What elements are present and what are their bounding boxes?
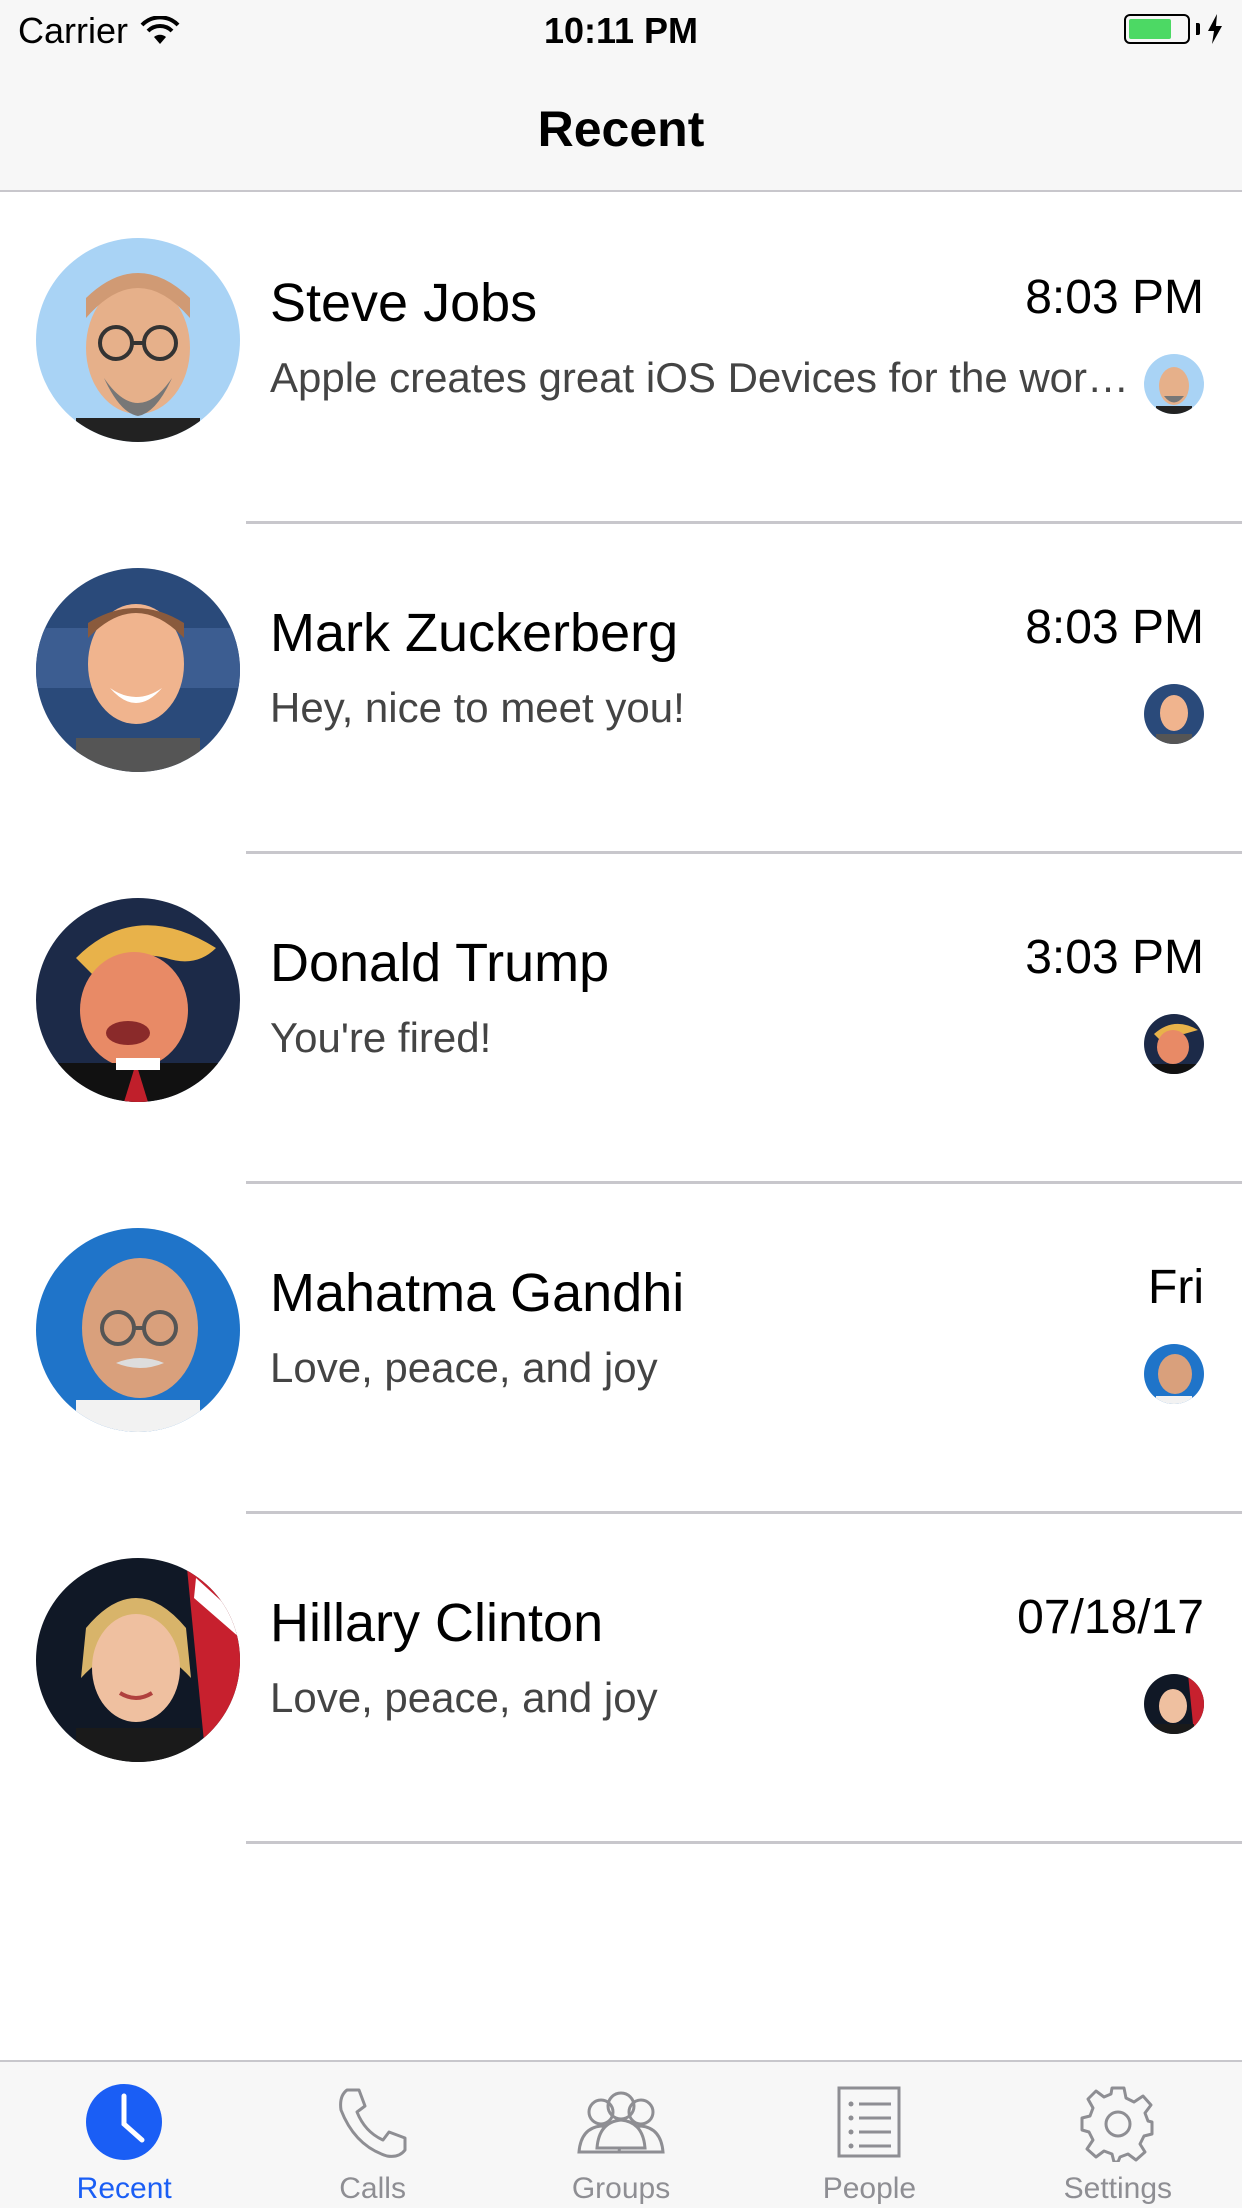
hillary-clinton-avatar — [36, 1558, 240, 1762]
read-receipt-avatar — [1144, 354, 1204, 414]
contact-name: Hillary Clinton — [270, 1593, 604, 1653]
conversation-row[interactable]: Donald Trump 3:03 PM You're fired! — [0, 854, 1242, 1184]
page-title: Recent — [537, 101, 705, 157]
read-receipt-avatar — [1144, 1014, 1204, 1074]
battery-nub — [1196, 23, 1200, 35]
tab-groups[interactable]: Groups — [497, 2062, 745, 2208]
tab-calls[interactable]: Calls — [248, 2062, 496, 2208]
conversation-row[interactable]: Mark Zuckerberg 8:03 PM Hey, nice to mee… — [0, 524, 1242, 854]
charging-bolt-icon — [1208, 14, 1222, 44]
message-time: 8:03 PM — [1025, 271, 1204, 324]
tab-label: People — [822, 2172, 917, 2205]
row-separator — [246, 1841, 1242, 1844]
message-preview: You're fired! — [270, 1014, 492, 1061]
read-receipt-avatar — [1144, 1674, 1204, 1734]
tab-label: Groups — [571, 2172, 671, 2205]
conversation-row[interactable]: Hillary Clinton 07/18/17 Love, peace, an… — [0, 1514, 1242, 1844]
tab-settings[interactable]: Settings — [994, 2062, 1242, 2208]
read-receipt-avatar — [1144, 1344, 1204, 1404]
status-time: 10:11 PM — [543, 10, 699, 51]
message-preview: Apple creates great iOS Devices for the … — [270, 354, 1130, 401]
clock-icon — [86, 2084, 163, 2160]
message-preview: Hey, nice to meet you! — [270, 684, 685, 731]
battery-icon — [1124, 14, 1190, 44]
conversation-list: Steve Jobs 8:03 PM Apple creates great i… — [0, 194, 1242, 1844]
steve-jobs-avatar — [36, 238, 240, 442]
mahatma-gandhi-avatar — [36, 1228, 240, 1432]
conversation-row[interactable]: Steve Jobs 8:03 PM Apple creates great i… — [0, 194, 1242, 524]
tab-bar: Recent Calls Groups People Settings — [0, 2060, 1242, 2208]
groups-icon — [577, 2091, 665, 2154]
status-bar: Carrier 10:11 PM — [0, 0, 1242, 60]
list-icon — [837, 2086, 901, 2158]
tab-label: Recent — [76, 2172, 172, 2205]
conversation-row[interactable]: Mahatma Gandhi Fri Love, peace, and joy — [0, 1184, 1242, 1514]
tab-label: Settings — [1063, 2172, 1173, 2205]
read-receipt-avatar — [1144, 684, 1204, 744]
message-time: 07/18/17 — [1017, 1591, 1204, 1644]
battery-fill — [1129, 19, 1171, 39]
battery-indicator — [1124, 14, 1224, 44]
tab-label: Calls — [339, 2172, 406, 2205]
message-time: 8:03 PM — [1025, 601, 1204, 654]
navigation-bar: Recent — [0, 60, 1242, 192]
tab-recent[interactable]: Recent — [0, 2062, 248, 2208]
donald-trump-avatar — [36, 898, 240, 1102]
contact-name: Mahatma Gandhi — [270, 1263, 685, 1323]
mark-zuckerberg-avatar — [36, 568, 240, 772]
tab-people[interactable]: People — [745, 2062, 993, 2208]
message-time: 3:03 PM — [1025, 931, 1204, 984]
message-preview: Love, peace, and joy — [270, 1344, 658, 1391]
phone-icon — [338, 2088, 407, 2158]
message-preview: Love, peace, and joy — [270, 1674, 658, 1721]
contact-name: Donald Trump — [270, 933, 610, 993]
gear-icon — [1080, 2086, 1154, 2162]
contact-name: Mark Zuckerberg — [270, 603, 679, 663]
message-time: Fri — [1148, 1261, 1204, 1314]
contact-name: Steve Jobs — [270, 273, 538, 333]
